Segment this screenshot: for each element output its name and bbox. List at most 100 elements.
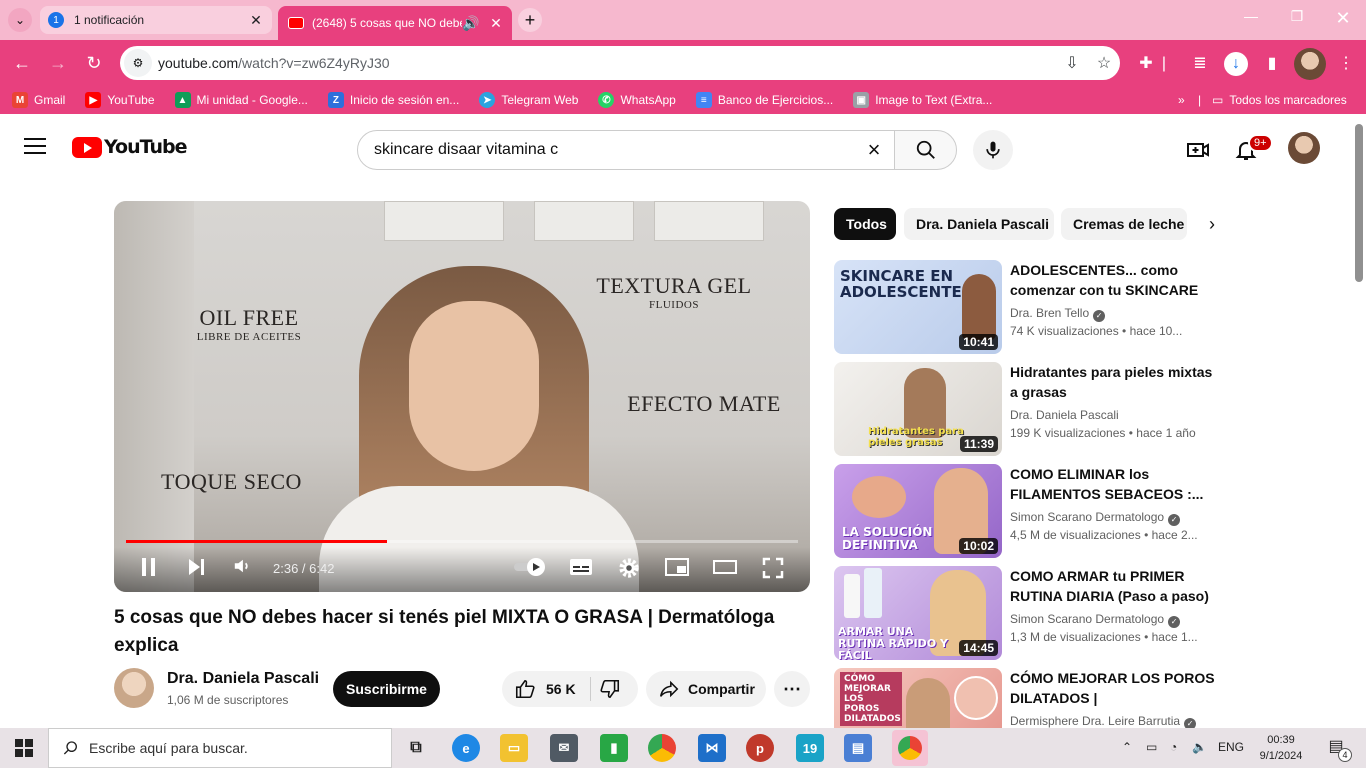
reading-list-icon[interactable]: ≣ <box>1188 52 1212 76</box>
fullscreen-button[interactable] <box>760 557 786 581</box>
autoplay-toggle[interactable] <box>512 557 548 581</box>
video-thumbnail[interactable]: ARMAR UNA RUTINA RÁPIDO Y FÁCIL 14:45 <box>834 566 1002 660</box>
new-tab-button[interactable]: + <box>518 8 542 32</box>
downloads-icon[interactable]: ↓ <box>1224 52 1248 76</box>
more-actions-icon[interactable]: ⋯ <box>774 671 810 707</box>
page-scrollbar[interactable] <box>1352 114 1366 728</box>
account-avatar[interactable] <box>1288 132 1320 164</box>
chevron-right-icon[interactable]: › <box>1200 214 1224 238</box>
search-input[interactable] <box>374 141 854 159</box>
minimize-window-button[interactable]: — <box>1236 8 1266 32</box>
voice-search-button[interactable] <box>973 130 1013 170</box>
bookmark-telegram[interactable]: ➤ Telegram Web <box>479 92 578 108</box>
youtube-logo[interactable]: YouTube <box>72 136 187 158</box>
recommendation-item[interactable]: ARMAR UNA RUTINA RÁPIDO Y FÁCIL 14:45 CO… <box>834 566 1218 660</box>
bookmark-youtube[interactable]: ▶ YouTube <box>85 92 155 108</box>
url-text[interactable]: youtube.com/watch?v=zw6Z4yRyJ30 <box>158 55 1056 71</box>
chip-cremas[interactable]: Cremas de leche <box>1061 208 1187 240</box>
chip-channel[interactable]: Dra. Daniela Pascali <box>904 208 1054 240</box>
chrome-profile-taskbar-icon[interactable] <box>892 730 928 766</box>
language-indicator[interactable]: ENG <box>1218 740 1244 754</box>
file-explorer-icon[interactable]: ▭ <box>500 734 528 762</box>
menu-kebab-icon[interactable]: ⋮ <box>1334 52 1358 76</box>
extensions-icon[interactable]: ✚ <box>1134 52 1158 76</box>
p-app-icon[interactable]: p <box>746 734 774 762</box>
calendar-19-icon[interactable]: 19 <box>796 734 824 762</box>
speaker-icon[interactable]: 🔈 <box>1192 740 1207 754</box>
miniplayer-button[interactable] <box>664 557 690 581</box>
video-thumbnail[interactable]: Hidratantes para pieles grasas 11:39 <box>834 362 1002 456</box>
tray-chevron-icon[interactable]: ⌃ <box>1122 740 1132 754</box>
recommendation-item[interactable]: CÓMO MEJORAR LOS POROS DILATADOS CÓMO ME… <box>834 668 1218 728</box>
video-thumbnail[interactable]: SKINCARE EN ADOLESCENTES 10:41 <box>834 260 1002 354</box>
forward-arrow-icon[interactable]: → <box>46 51 70 75</box>
chrome-icon[interactable] <box>648 734 676 762</box>
battery-icon[interactable]: ▭ <box>1146 740 1157 754</box>
profile-avatar[interactable] <box>1294 48 1326 80</box>
create-video-button[interactable] <box>1186 138 1210 162</box>
bookmark-star-icon[interactable]: ☆ <box>1088 53 1120 73</box>
start-button[interactable] <box>0 728 48 768</box>
bookmark-image-to-text[interactable]: ▣ Image to Text (Extra... <box>853 92 992 108</box>
settings-button[interactable] <box>616 557 642 581</box>
scrollbar-thumb[interactable] <box>1355 124 1363 282</box>
side-panel-icon[interactable]: ▮ <box>1260 52 1284 76</box>
close-tab-icon[interactable]: ✕ <box>246 12 266 29</box>
audio-playing-icon[interactable]: 🔊 <box>462 15 480 32</box>
browser-tab-youtube[interactable]: (2648) 5 cosas que NO debes hacer si ten… <box>278 6 512 40</box>
address-bar[interactable]: ⚙ youtube.com/watch?v=zw6Z4yRyJ30 ⇩ ☆ <box>120 46 1120 80</box>
bookmark-drive[interactable]: ▲ Mi unidad - Google... <box>174 92 308 108</box>
video-thumbnail[interactable]: CÓMO MEJORAR LOS POROS DILATADOS <box>834 668 1002 728</box>
pause-button[interactable] <box>138 557 160 581</box>
bookmark-gmail[interactable]: M Gmail <box>12 92 65 108</box>
taskbar-clock[interactable]: 00:39 9/1/2024 <box>1254 732 1308 764</box>
tab-search-button[interactable]: ⌄ <box>8 8 32 32</box>
task-view-icon[interactable]: ⧉ <box>402 734 430 762</box>
close-tab-icon[interactable]: ✕ <box>486 15 506 32</box>
subtitles-button[interactable] <box>568 557 594 581</box>
all-bookmarks-folder[interactable]: ▭ Todos los marcadores <box>1212 93 1347 107</box>
video-player[interactable]: OIL FREE LIBRE DE ACEITES TEXTURA GEL FL… <box>114 201 810 592</box>
green-app-icon[interactable]: ▮ <box>600 734 628 762</box>
hamburger-menu-icon[interactable] <box>24 138 46 156</box>
clear-search-icon[interactable]: × <box>854 137 894 163</box>
more-bookmarks-chevron-icon[interactable]: » <box>1178 93 1185 107</box>
search-box[interactable]: × <box>357 130 895 170</box>
recommendation-item[interactable]: LA SOLUCIÓN DEFINITIVA 10:02 COMO ELIMIN… <box>834 464 1218 558</box>
wifi-icon[interactable]: ◔ <box>1170 740 1177 754</box>
reload-icon[interactable]: ↻ <box>82 51 106 75</box>
video-thumbnail[interactable]: LA SOLUCIÓN DEFINITIVA 10:02 <box>834 464 1002 558</box>
search-button[interactable] <box>894 130 957 170</box>
image-icon: ▣ <box>853 92 870 108</box>
back-arrow-icon[interactable]: ← <box>10 51 34 75</box>
bookmark-whatsapp[interactable]: ✆ WhatsApp <box>598 92 676 108</box>
site-settings-icon[interactable]: ⚙ <box>124 49 152 77</box>
vscode-icon[interactable]: ⋈ <box>698 734 726 762</box>
action-center-icon[interactable]: ▤ 4 <box>1324 736 1352 762</box>
media-player-icon[interactable]: ▤ <box>844 734 872 762</box>
mail-icon[interactable]: ✉ <box>550 734 578 762</box>
restore-window-button[interactable]: ❐ <box>1282 8 1312 32</box>
install-app-icon[interactable]: ⇩ <box>1056 53 1088 73</box>
channel-avatar[interactable] <box>114 668 154 708</box>
next-button[interactable] <box>184 557 208 581</box>
recommendation-item[interactable]: SKINCARE EN ADOLESCENTES 10:41 ADOLESCEN… <box>834 260 1218 354</box>
channel-name[interactable]: Dra. Daniela Pascali <box>167 670 319 688</box>
video-progress-bar[interactable] <box>126 540 798 543</box>
bookmark-banco[interactable]: ≡ Banco de Ejercicios... <box>695 92 833 108</box>
recommendation-item[interactable]: Hidratantes para pieles grasas 11:39 Hid… <box>834 362 1218 456</box>
taskbar-search[interactable]: Escribe aquí para buscar. <box>48 728 392 768</box>
like-button[interactable]: 56 K <box>514 678 576 700</box>
close-window-button[interactable]: ✕ <box>1328 8 1358 32</box>
search-icon <box>916 140 935 159</box>
theater-mode-button[interactable] <box>712 557 738 581</box>
volume-button[interactable] <box>230 557 254 581</box>
share-button[interactable]: Compartir <box>646 671 766 707</box>
browser-tab-notification[interactable]: 1 1 notificación ✕ <box>40 6 272 34</box>
edge-icon[interactable]: e <box>452 734 480 762</box>
bookmark-login[interactable]: Z Inicio de sesión en... <box>327 92 459 108</box>
chip-todos[interactable]: Todos <box>834 208 896 240</box>
dislike-button[interactable] <box>599 678 621 700</box>
drive-icon: ▲ <box>174 92 191 108</box>
subscribe-button[interactable]: Suscribirme <box>333 671 440 707</box>
